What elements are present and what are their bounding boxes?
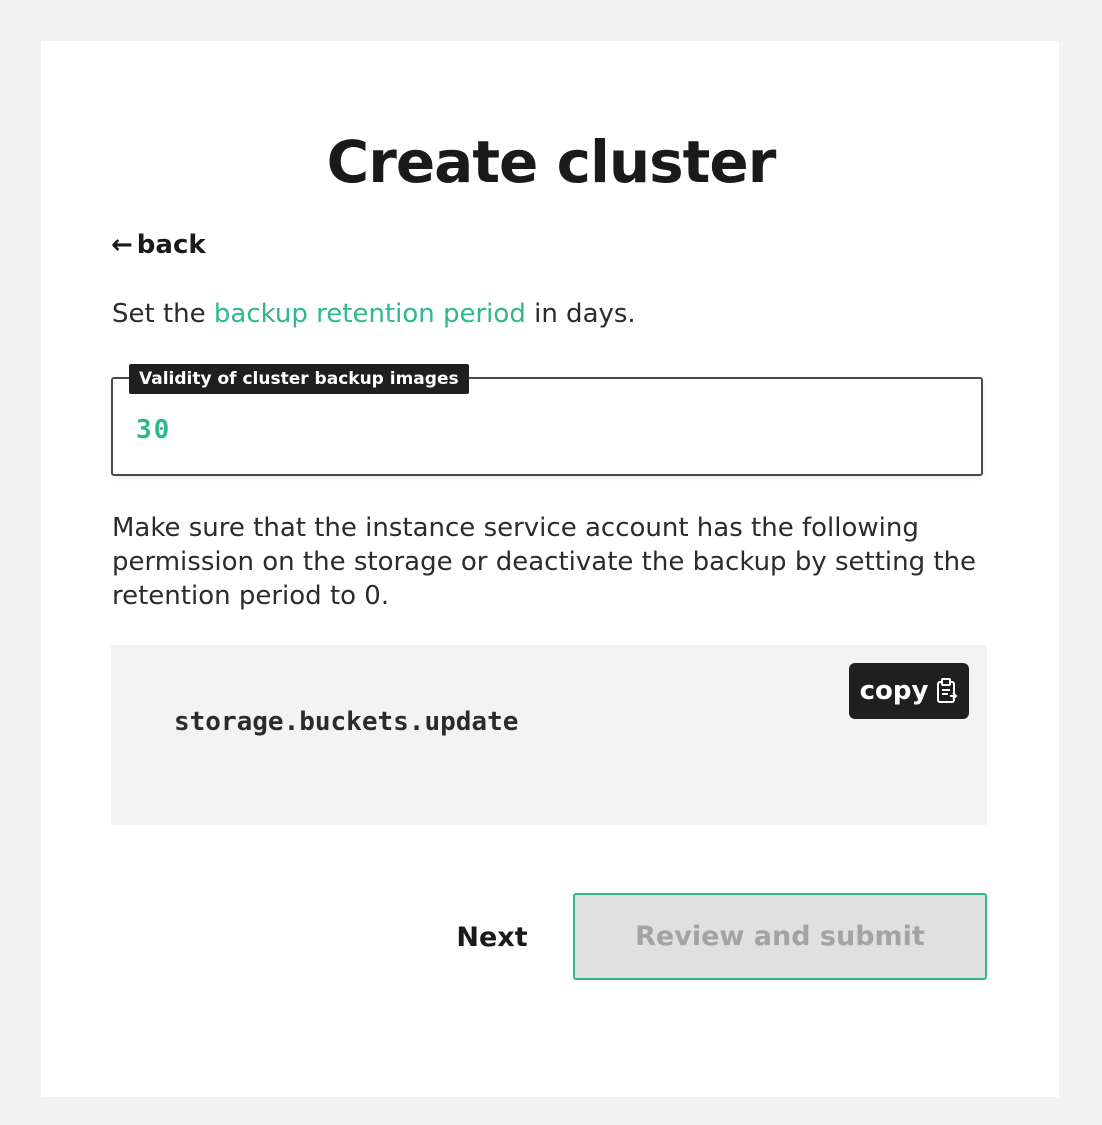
retention-days-input[interactable]: [136, 410, 956, 450]
back-label: back: [136, 230, 206, 260]
copy-label: copy: [859, 676, 929, 706]
code-block: storage.buckets.update copy: [111, 645, 987, 825]
arrow-left-icon: ←: [111, 230, 133, 260]
next-button[interactable]: Next: [440, 912, 544, 962]
review-and-submit-button[interactable]: Review and submit: [573, 893, 987, 980]
copy-button[interactable]: copy: [849, 663, 969, 719]
instruction-prefix: Set the: [112, 299, 214, 329]
instruction-text: Set the backup retention period in days.: [112, 297, 636, 331]
back-link[interactable]: ← back: [111, 228, 206, 262]
page-title: Create cluster: [326, 128, 777, 196]
clipboard-icon: [937, 678, 958, 703]
backup-retention-link[interactable]: backup retention period: [214, 299, 526, 329]
retention-field-label: Validity of cluster backup images: [129, 364, 469, 394]
permission-note: Make sure that the instance service acco…: [112, 513, 977, 611]
instruction-suffix: in days.: [525, 299, 636, 329]
permission-code: storage.buckets.update: [174, 707, 519, 737]
